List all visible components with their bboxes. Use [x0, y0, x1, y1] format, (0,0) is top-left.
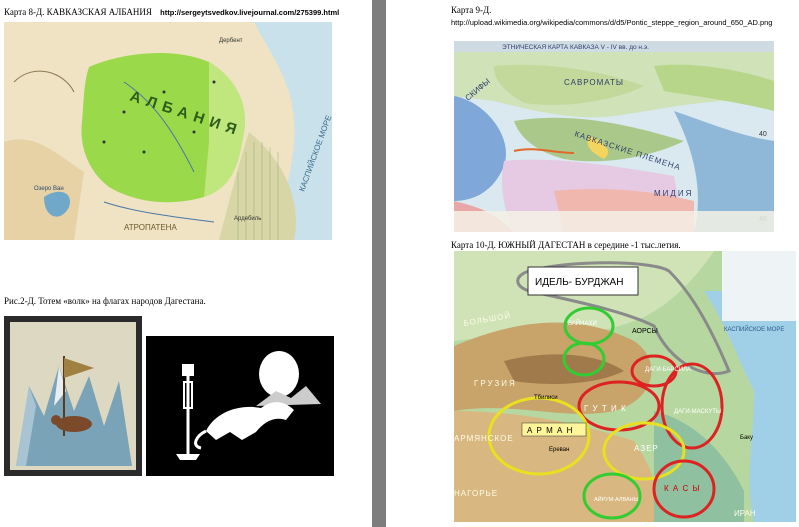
map9-label-40: 40 [759, 131, 767, 138]
map8-caption: Карта 8-Д. КАВКАЗСКАЯ АЛБАНИЯ [4, 7, 152, 17]
map10-label-arman: А Р М А Н [527, 426, 573, 435]
map8-caption-line: Карта 8-Д. КАВКАЗСКАЯ АЛБАНИЯ http://ser… [4, 7, 339, 18]
map10-label-tbilisi: Тбилиси [534, 395, 558, 401]
map10-label-kasy: К А С Ы [664, 484, 701, 493]
map8-label-atropatena: АТРОПАТЕНА [124, 223, 177, 232]
map10-label-baku: Баку [740, 435, 753, 441]
map8-label-lake: Озеро Ван [34, 186, 64, 192]
map10-label-dagi-barsila: ДАГИ-БАРСИЛА [645, 367, 691, 373]
map8-label-derbent: Дербент [219, 38, 243, 44]
flag-image-mountains-wolf [4, 316, 142, 476]
map10-label-nagorye: НАГОРЬЕ [454, 489, 498, 498]
map10-caption: Карта 10-Д. ЮЖНЫЙ ДАГЕСТАН в середине -1… [451, 240, 681, 250]
map10-label-dagi-maskuty: ДАГИ-МАСКУТЫ [674, 409, 721, 415]
map10-south-dagestan-map: ИДЕЛЬ- БУРДЖАН АОРСЫ ВАЙНАХИ ДАГИ-БАРСИЛ… [454, 251, 796, 522]
map10-label-ayrum: АЙРУМ-АЛВАНЫ [594, 495, 639, 503]
map9-title: ЭТНИЧЕСКАЯ КАРТА КАВКАЗА V - IV вв. до н… [502, 44, 649, 51]
map10-label-gutik: Г У Т И К [584, 404, 627, 413]
map10-label-azer: АЗЕР [634, 444, 659, 453]
map9-url[interactable]: http://upload.wikimedia.org/wikipedia/co… [451, 17, 772, 28]
map9-label-media: МИДИЯ [654, 189, 693, 198]
document-page-left: Карта 8-Д. КАВКАЗСКАЯ АЛБАНИЯ http://ser… [0, 0, 372, 527]
map8-label-ardebil: Ардебиль [234, 216, 261, 222]
map10-label-iran: ИРАН [734, 509, 756, 518]
map9-caption: Карта 9-Д. [451, 5, 492, 15]
map8-url[interactable]: http://sergeytsvedkov.livejournal.com/27… [160, 8, 339, 17]
map10-label-caspian-sea: КАСПИЙСКОЕ МОРЕ [724, 325, 784, 333]
map10-label-aorsy: АОРСЫ [632, 328, 658, 335]
map10-label-vainakhi: ВАЙНАХИ [568, 319, 597, 327]
map9-label-sauromatians: САВРОМАТЫ [564, 78, 624, 87]
map10-label-erevan: Ереван [549, 447, 569, 453]
flag-image-wolf-emblem [146, 336, 334, 476]
map10-label-idel-burdzhan: ИДЕЛЬ- БУРДЖАН [535, 277, 623, 288]
map10-label-armenian: АРМЯНСКОЕ [454, 434, 514, 443]
fig2-caption: Рис.2-Д. Тотем «волк» на флагах народов … [4, 296, 206, 306]
map8-albania-map: АЛБАНИЯ КАСПИЙСКОЕ МОРЕ АТРОПАТЕНА Озеро… [4, 22, 332, 240]
map9-ethnic-map: ЭТНИЧЕСКАЯ КАРТА КАВКАЗА V - IV вв. до н… [454, 41, 774, 232]
document-page-right: Карта 9-Д. http://upload.wikimedia.org/w… [386, 0, 799, 527]
map10-label-gruzia: ГРУЗИЯ [474, 379, 517, 388]
